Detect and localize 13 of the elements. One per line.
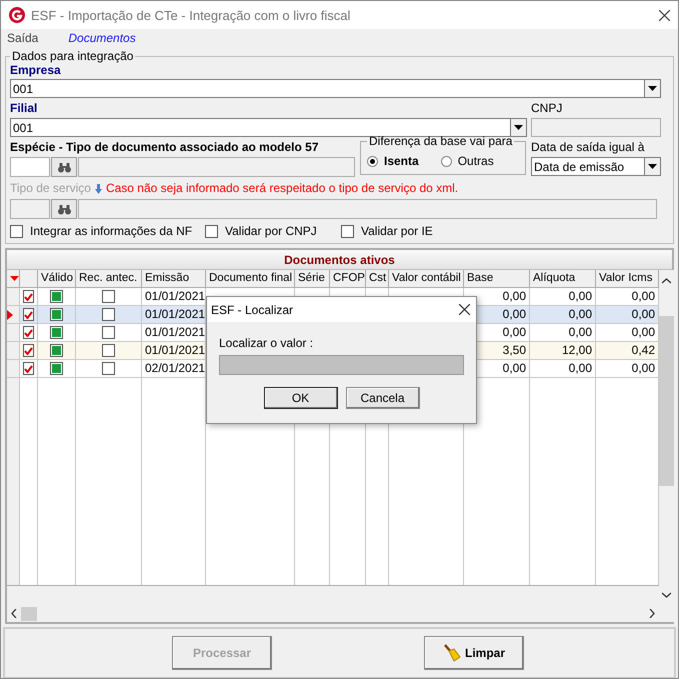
field-label: Espécie - Tipo de documento associado ao modelo 57 <box>10 140 320 155</box>
dialog-title: ESF - Localizar <box>211 302 294 316</box>
field-label: Tipo de serviço <box>10 181 91 196</box>
field-label: Empresa <box>10 63 62 78</box>
field-label: CNPJ <box>531 101 564 116</box>
field-label: Data de saída igual à <box>531 140 646 155</box>
window-title: ESF - Importação de CTe - Integração com o livro fiscal <box>31 8 352 22</box>
field-label: Filial <box>10 101 38 116</box>
field-label: Localizar o valor : <box>219 336 314 351</box>
group-title: Dados para integração <box>11 49 134 63</box>
grid-title: Documentos ativos <box>284 252 395 266</box>
note-text: Caso não seja informado será respeitado o tipo de serviço do xml. <box>106 181 458 196</box>
group-title: Diferença da base vai para <box>368 134 514 148</box>
